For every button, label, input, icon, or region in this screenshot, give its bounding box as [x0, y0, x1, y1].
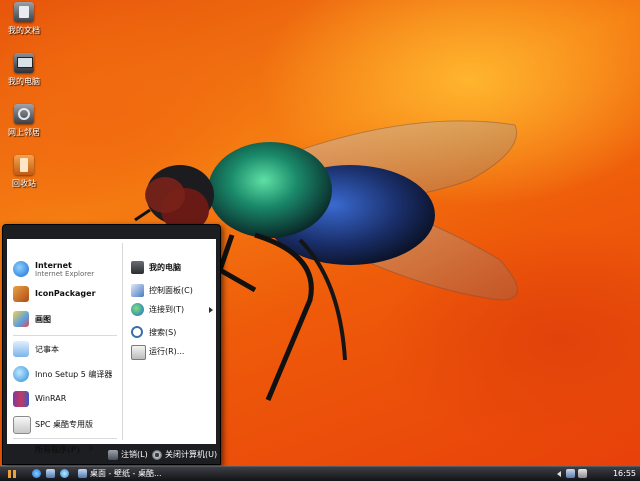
desktop-icon-recycle-bin[interactable]: 回收站 — [4, 155, 44, 189]
desktop-icon-label: 回收站 — [12, 179, 36, 188]
quicklaunch-internet-explorer-icon[interactable] — [32, 469, 41, 478]
menu-separator — [13, 438, 117, 439]
quicklaunch-show-desktop-icon[interactable] — [46, 469, 55, 478]
taskbar-window-button[interactable]: 桌面 - 壁纸 - 桌酷... — [78, 468, 162, 479]
shutdown-label: 关闭计算机(U) — [165, 450, 218, 459]
menu-item-title: 记事本 — [35, 345, 59, 354]
logoff-icon — [108, 449, 118, 460]
volume-tray-icon[interactable] — [577, 469, 587, 478]
internet-explorer-icon — [13, 261, 29, 277]
menu-item-run[interactable]: 运行(R)... — [129, 343, 215, 361]
menu-item-title: WinRAR — [35, 394, 67, 403]
taskbar: 桌面 - 壁纸 - 桌酷... 16:55 — [0, 466, 640, 481]
quicklaunch-app-icon[interactable] — [60, 469, 69, 478]
desktop-icon-network-places[interactable]: 网上邻居 — [4, 104, 44, 138]
spc-icon — [13, 416, 31, 434]
menu-item-title: 我的电脑 — [149, 263, 181, 272]
submenu-arrow-icon — [209, 307, 213, 313]
menu-item-title: 控制面板(C) — [149, 286, 193, 295]
desktop-icon-my-documents[interactable]: 我的文档 — [4, 2, 44, 36]
control-panel-icon — [131, 284, 144, 297]
menu-item-search[interactable]: 搜索(S) — [129, 324, 215, 342]
start-menu: Internet Internet Explorer IconPackager … — [2, 224, 221, 465]
logoff-label: 注销(L) — [121, 450, 148, 459]
connect-to-icon — [131, 303, 144, 316]
menu-item-control-panel[interactable]: 控制面板(C) — [129, 282, 215, 300]
iconpackager-icon — [13, 286, 29, 302]
power-icon — [152, 449, 162, 460]
menu-item-notepad[interactable]: 记事本 — [11, 339, 119, 359]
desktop-icon-label: 我的电脑 — [8, 77, 40, 86]
start-menu-places-pane: 我的电脑 控制面板(C) 连接到(T) 搜索(S) 运行(R)... — [125, 239, 216, 444]
winrar-icon — [13, 391, 29, 407]
my-documents-icon — [14, 2, 34, 22]
menu-item-title: 连接到(T) — [149, 305, 185, 314]
my-computer-icon — [131, 261, 144, 274]
menu-item-subtitle: Internet Explorer — [35, 270, 95, 278]
menu-item-spc[interactable]: SPC 桌酷专用版 — [11, 414, 119, 434]
menu-item-internet-explorer[interactable]: Internet Internet Explorer — [11, 259, 119, 279]
menu-column-separator — [122, 243, 123, 440]
start-button[interactable] — [5, 469, 19, 479]
system-tray: 16:55 — [556, 468, 636, 480]
menu-item-title: 画图 — [35, 315, 51, 324]
my-computer-icon — [14, 53, 34, 73]
desktop-icon-label: 我的文档 — [8, 26, 40, 35]
menu-item-inno-setup[interactable]: Inno Setup 5 编译器 — [11, 364, 119, 384]
network-places-icon — [14, 104, 34, 124]
start-menu-programs-pane: Internet Internet Explorer IconPackager … — [7, 239, 121, 444]
menu-item-title: IconPackager — [35, 289, 96, 298]
start-menu-body: Internet Internet Explorer IconPackager … — [7, 239, 216, 454]
recycle-bin-icon — [14, 155, 34, 175]
menu-item-title: Internet — [35, 261, 72, 270]
window-icon — [78, 469, 87, 478]
shutdown-button[interactable]: 关闭计算机(U) — [152, 449, 217, 461]
clock[interactable]: 16:55 — [613, 469, 636, 478]
logoff-button[interactable]: 注销(L) — [108, 449, 148, 461]
search-icon — [131, 326, 143, 338]
paint-icon — [13, 311, 29, 327]
notepad-icon — [13, 341, 29, 357]
tray-expand-icon[interactable] — [556, 471, 561, 477]
menu-item-connect-to[interactable]: 连接到(T) — [129, 301, 215, 319]
menu-item-winrar[interactable]: WinRAR — [11, 389, 119, 409]
start-menu-footer: 注销(L) 关闭计算机(U) — [3, 445, 220, 464]
menu-item-iconpackager[interactable]: IconPackager — [11, 284, 119, 304]
menu-item-title: Inno Setup 5 编译器 — [35, 370, 113, 379]
menu-item-paint[interactable]: 画图 — [11, 309, 119, 329]
menu-item-title: SPC 桌酷专用版 — [35, 420, 94, 429]
menu-item-title: 运行(R)... — [149, 347, 185, 356]
run-icon — [131, 345, 146, 360]
taskbar-window-label: 桌面 - 壁纸 - 桌酷... — [90, 469, 162, 478]
menu-item-my-computer[interactable]: 我的电脑 — [129, 259, 215, 277]
desktop-icon-my-computer[interactable]: 我的电脑 — [4, 53, 44, 87]
menu-separator — [13, 335, 117, 336]
inno-setup-icon — [13, 366, 29, 382]
network-tray-icon[interactable] — [565, 469, 575, 478]
desktop-icon-label: 网上邻居 — [8, 128, 40, 137]
menu-item-title: 搜索(S) — [149, 328, 177, 337]
